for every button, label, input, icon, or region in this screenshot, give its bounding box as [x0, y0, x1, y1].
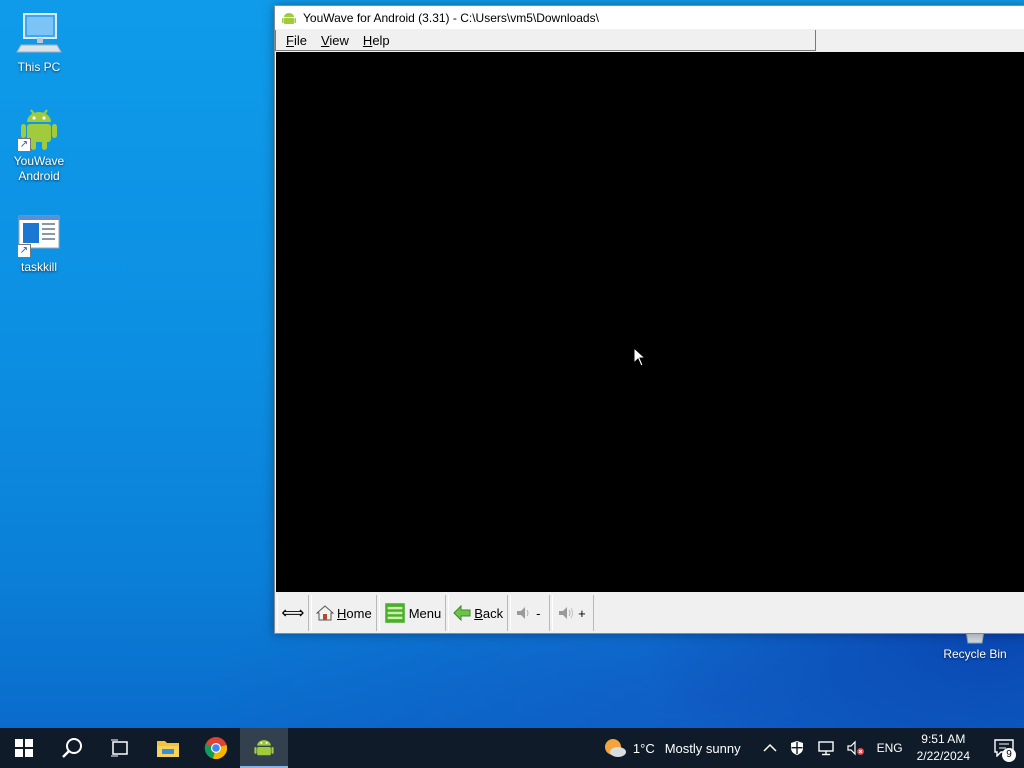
- windows-logo-icon: [15, 739, 33, 757]
- desktop: This PC ↗ YouWave Android ↗ taskkill Rec…: [0, 0, 1024, 768]
- taskbar: 1°C Mostly sunny ENG 9:51 AM 2/22/2024 9: [0, 728, 1024, 768]
- language-label: ENG: [876, 741, 903, 755]
- resize-toggle-button[interactable]: ⟺: [277, 595, 309, 631]
- title-bar[interactable]: YouWave for Android (3.31) - C:\Users\vm…: [275, 6, 1024, 29]
- shield-icon: [790, 741, 803, 755]
- action-center-button[interactable]: 9: [984, 728, 1024, 768]
- clock-date: 2/22/2024: [916, 749, 970, 763]
- back-arrow-icon: [453, 604, 471, 622]
- android-icon: [282, 12, 296, 24]
- menu-label: Menu: [408, 605, 442, 621]
- weather-temperature: 1°C: [632, 740, 655, 756]
- batch-file-icon: ↗: [15, 210, 63, 258]
- android-icon: ↗: [15, 104, 63, 152]
- language-indicator[interactable]: ENG: [877, 741, 903, 755]
- back-button[interactable]: Back: [448, 595, 509, 631]
- start-button[interactable]: [0, 728, 48, 768]
- desktop-icon-label: taskkill: [20, 260, 57, 274]
- chevron-up-icon: [763, 743, 777, 752]
- clock-time: 9:51 AM: [921, 732, 966, 746]
- home-button[interactable]: Home: [311, 595, 377, 631]
- chrome-icon: [204, 737, 228, 760]
- menu-help[interactable]: Help: [363, 33, 390, 48]
- home-icon: [316, 605, 334, 621]
- volume-muted-icon: [846, 740, 864, 756]
- android-screen[interactable]: [276, 52, 1024, 592]
- speaker-icon: [517, 607, 529, 619]
- mouse-cursor-icon: [633, 347, 647, 367]
- weather-widget[interactable]: 1°C Mostly sunny: [603, 737, 741, 759]
- window-title: YouWave for Android (3.31) - C:\Users\vm…: [303, 10, 599, 25]
- menu-view[interactable]: View: [321, 33, 349, 48]
- menu-bar: File View Help: [275, 30, 816, 51]
- desktop-icon-taskkill[interactable]: ↗ taskkill: [1, 210, 77, 275]
- youwave-taskbar-button[interactable]: [240, 728, 288, 768]
- volume-tray-button[interactable]: [846, 740, 865, 756]
- volume-up-button[interactable]: +: [552, 595, 595, 631]
- chrome-button[interactable]: [192, 728, 240, 768]
- desktop-icon-label: Recycle Bin: [943, 647, 1007, 661]
- desktop-icon-label: This PC: [17, 60, 61, 74]
- show-hidden-icons-button[interactable]: [763, 743, 777, 753]
- android-icon: [254, 740, 274, 756]
- partly-sunny-icon: [604, 739, 626, 757]
- home-label: Home: [337, 605, 372, 621]
- folder-icon: [157, 741, 179, 757]
- menu-list-icon: [384, 603, 405, 623]
- computer-icon: [15, 10, 63, 58]
- notification-count-badge: 9: [1002, 748, 1016, 762]
- file-explorer-button[interactable]: [144, 728, 192, 768]
- search-icon: [62, 738, 82, 758]
- weather-condition: Mostly sunny: [664, 740, 741, 756]
- volume-up-label: +: [578, 605, 586, 621]
- resize-icon: ⟺: [281, 605, 305, 622]
- desktop-icon-youwave-android[interactable]: ↗ YouWave Android: [1, 104, 77, 184]
- shortcut-arrow-icon: ↗: [17, 244, 31, 258]
- youwave-window: YouWave for Android (3.31) - C:\Users\vm…: [274, 5, 1024, 634]
- task-view-icon: [111, 739, 128, 757]
- volume-down-label: -: [536, 605, 541, 621]
- volume-down-button[interactable]: -: [510, 595, 551, 631]
- speaker-icon: [559, 607, 574, 619]
- system-tray: 1°C Mostly sunny ENG 9:51 AM 2/22/2024 9: [597, 728, 1024, 768]
- network-icon: [817, 741, 834, 756]
- menu-button[interactable]: Menu: [378, 595, 447, 631]
- navigation-bar: ⟺ Home Menu Back - +: [275, 593, 1024, 633]
- shortcut-arrow-icon: ↗: [17, 138, 31, 152]
- search-button[interactable]: [48, 728, 96, 768]
- clock[interactable]: 9:51 AM 2/22/2024: [917, 731, 970, 765]
- desktop-icon-this-pc[interactable]: This PC: [1, 10, 77, 75]
- back-label: Back: [474, 605, 504, 621]
- desktop-icon-label: YouWave Android: [13, 154, 65, 183]
- menu-file[interactable]: File: [286, 33, 307, 48]
- security-tray-button[interactable]: [789, 740, 805, 756]
- task-view-button[interactable]: [96, 728, 144, 768]
- network-tray-button[interactable]: [817, 740, 835, 756]
